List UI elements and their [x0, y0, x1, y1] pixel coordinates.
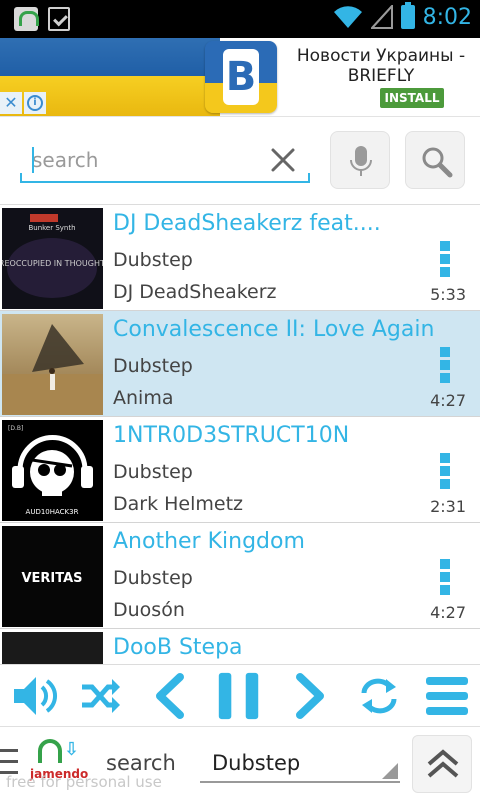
track-genre: Dubstep [113, 461, 193, 483]
ad-app-logo: B [205, 41, 277, 113]
clear-icon[interactable] [268, 145, 298, 175]
previous-icon[interactable] [152, 671, 188, 721]
track-duration: 4:27 [430, 603, 466, 622]
genre-selected: Dubstep [212, 751, 301, 775]
ad-info-icon[interactable]: i [24, 92, 46, 114]
ad-title: Новости Украины - BRIEFLY [296, 46, 466, 86]
svg-text:[D.B]: [D.B] [8, 425, 23, 432]
track-title: Convalescence II: Love Again [113, 317, 435, 342]
repeat-icon[interactable] [356, 671, 402, 721]
overflow-menu-icon[interactable] [440, 559, 452, 595]
clipboard-check-icon [48, 7, 70, 31]
album-art: Bunker Synth PREOCCUPIED IN THOUGHTS [2, 208, 103, 309]
track-row[interactable]: VERITAS Another Kingdom Dubstep Duosón 4… [0, 523, 480, 629]
track-title: Another Kingdom [113, 529, 305, 554]
jamendo-notification-icon [14, 7, 39, 31]
svg-text:AUD10HACK3R: AUD10HACK3R [26, 508, 79, 516]
search-button[interactable] [405, 131, 465, 189]
track-artist: Duosón [113, 599, 185, 621]
player-controls [0, 664, 480, 726]
search-icon [422, 147, 453, 178]
genre-dropdown[interactable]: Dubstep [200, 743, 400, 783]
signal-icon [370, 5, 393, 29]
album-art: [D.B] AUD10HACK3R [2, 420, 103, 521]
overflow-menu-icon[interactable] [440, 241, 452, 277]
volume-icon[interactable] [12, 671, 58, 721]
shuffle-icon[interactable] [80, 671, 122, 721]
track-genre: Dubstep [113, 249, 193, 271]
album-art [2, 632, 103, 664]
album-art [2, 314, 103, 415]
status-bar: 8:02 [0, 0, 480, 38]
track-title: DooB Stepa [113, 635, 243, 660]
pause-icon[interactable] [214, 671, 264, 721]
watermark: free for personal use [6, 773, 162, 791]
wifi-icon [333, 6, 362, 28]
app-root: 8:02 ✕ i B Новости Украины - BRIEFLY INS… [0, 0, 480, 799]
track-artist: DJ DeadSheakerz [113, 281, 277, 303]
track-row[interactable]: Convalescence II: Love Again Dubstep Ani… [0, 311, 480, 417]
dropdown-arrow-icon [382, 763, 398, 779]
ad-close-icon[interactable]: ✕ [0, 92, 22, 114]
track-artist: Anima [113, 387, 174, 409]
download-arrow-icon: ⇩ [64, 739, 80, 760]
ad-install-button[interactable]: INSTALL [380, 88, 444, 108]
svg-text:PREOCCUPIED IN THOUGHTS: PREOCCUPIED IN THOUGHTS [2, 259, 103, 268]
scroll-to-top-icon [427, 749, 459, 778]
track-title: 1NTR0D3STRUCT10N [113, 423, 350, 448]
track-row[interactable]: [D.B] AUD10HACK3R 1NTR0D3STRUCT10N Dubst… [0, 417, 480, 523]
text-cursor [32, 147, 34, 173]
track-duration: 5:33 [430, 285, 466, 304]
track-row[interactable]: DooB Stepa [0, 629, 480, 664]
search-input[interactable] [32, 145, 262, 175]
search-tab-label[interactable]: search [106, 751, 176, 775]
scroll-to-top-button[interactable] [412, 735, 472, 793]
track-duration: 4:27 [430, 391, 466, 410]
track-genre: Dubstep [113, 567, 193, 589]
next-icon[interactable] [292, 671, 328, 721]
battery-icon [400, 2, 415, 29]
track-title: DJ DeadSheakerz feat.... [113, 211, 381, 236]
overflow-menu-icon[interactable] [440, 347, 452, 383]
search-field[interactable] [20, 139, 310, 183]
track-genre: Dubstep [113, 355, 193, 377]
album-art: VERITAS [2, 526, 103, 627]
ad-logo-letter: B [223, 49, 259, 105]
svg-text:Bunker Synth: Bunker Synth [28, 224, 75, 232]
track-duration: 2:31 [430, 497, 466, 516]
clock: 8:02 [422, 4, 472, 30]
headphones-icon [38, 739, 62, 763]
notification-icons [14, 7, 70, 31]
system-icons: 8:02 [333, 2, 472, 30]
bottom-bar: ⇩ jamendo search free for personal use D… [0, 726, 480, 799]
voice-search-button[interactable] [330, 131, 390, 189]
playlist-icon[interactable] [424, 671, 470, 721]
track-artist: Dark Helmetz [113, 493, 244, 515]
overflow-menu-icon[interactable] [440, 453, 452, 489]
svg-text:VERITAS: VERITAS [21, 571, 82, 586]
track-list[interactable]: Bunker Synth PREOCCUPIED IN THOUGHTS DJ … [0, 204, 480, 664]
track-row[interactable]: Bunker Synth PREOCCUPIED IN THOUGHTS DJ … [0, 205, 480, 311]
microphone-icon [350, 146, 372, 176]
search-area [0, 116, 480, 204]
ad-banner[interactable]: ✕ i B Новости Украины - BRIEFLY INSTALL [0, 38, 480, 116]
